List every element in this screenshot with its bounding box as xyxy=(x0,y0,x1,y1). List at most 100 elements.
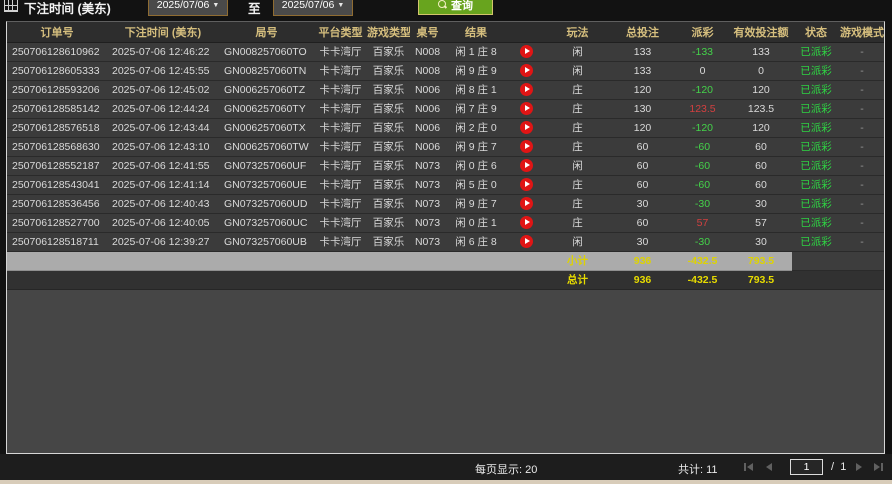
total-bet-cell: 133 xyxy=(610,42,675,61)
bet-time-cell: 2025-07-06 12:40:05 xyxy=(107,213,219,232)
play-cell xyxy=(507,80,545,99)
bet-time-cell: 2025-07-06 12:45:55 xyxy=(107,61,219,80)
bet-time-cell: 2025-07-06 12:44:24 xyxy=(107,99,219,118)
bet-time-cell: 2025-07-06 12:45:02 xyxy=(107,80,219,99)
column-header-9: 玩法 xyxy=(545,22,610,42)
total-bet-cell: 120 xyxy=(610,80,675,99)
date-from-value: 2025/07/06 xyxy=(157,0,210,11)
query-button[interactable]: 查询 xyxy=(418,0,493,15)
status-cell: 已派彩 xyxy=(792,42,840,61)
game-mode-cell: - xyxy=(840,137,884,156)
bet-time-cell: 2025-07-06 12:43:44 xyxy=(107,118,219,137)
play-video-icon[interactable] xyxy=(520,121,533,134)
last-page-icon[interactable] xyxy=(874,463,883,471)
valid-bet-cell: 57 xyxy=(730,213,792,232)
table-row[interactable]: 2507061285187112025-07-06 12:39:27GN0732… xyxy=(7,232,884,251)
valid-bet-cell: 120 xyxy=(730,80,792,99)
table-row[interactable]: 2507061285932062025-07-06 12:45:02GN0062… xyxy=(7,80,884,99)
play-video-icon[interactable] xyxy=(520,216,533,229)
game-mode-cell: - xyxy=(840,213,884,232)
game-mode-cell: - xyxy=(840,80,884,99)
play-video-icon[interactable] xyxy=(520,140,533,153)
valid-bet-cell: 30 xyxy=(730,194,792,213)
page-input[interactable] xyxy=(790,459,823,475)
table-row[interactable]: 2507061286109622025-07-06 12:46:22GN0082… xyxy=(7,42,884,61)
date-to-value: 2025/07/06 xyxy=(282,0,335,11)
window-bottom-edge xyxy=(0,480,892,484)
table-row[interactable]: 2507061285521872025-07-06 12:41:55GN0732… xyxy=(7,156,884,175)
status-cell: 已派彩 xyxy=(792,137,840,156)
table-row[interactable]: 2507061285277002025-07-06 12:40:05GN0732… xyxy=(7,213,884,232)
bet-type-cell: 闲 xyxy=(545,232,610,251)
subtotal-spacer xyxy=(7,251,545,270)
next-page-icon[interactable] xyxy=(856,463,862,471)
status-cell: 已派彩 xyxy=(792,80,840,99)
play-video-icon[interactable] xyxy=(520,64,533,77)
play-video-icon[interactable] xyxy=(520,102,533,115)
play-video-icon[interactable] xyxy=(520,178,533,191)
filter-bar: 下注时间 (美东) 2025/07/06 ▼ 至 2025/07/06 ▼ 查询 xyxy=(0,0,892,20)
per-page-label: 每页显示: 20 xyxy=(475,461,537,477)
subtotal-dark-spacer xyxy=(792,251,884,270)
bet-time-cell: 2025-07-06 12:40:43 xyxy=(107,194,219,213)
play-video-icon[interactable] xyxy=(520,83,533,96)
platform-cell: 卡卡湾厅 xyxy=(314,175,367,194)
prev-page-icon[interactable] xyxy=(766,463,772,471)
play-video-icon[interactable] xyxy=(520,197,533,210)
play-cell xyxy=(507,194,545,213)
platform-cell: 卡卡湾厅 xyxy=(314,99,367,118)
grand-total-spacer xyxy=(7,270,545,289)
column-header-5: 游戏类型 xyxy=(367,22,410,42)
table-row[interactable]: 2507061285364562025-07-06 12:40:43GN0732… xyxy=(7,194,884,213)
table-row[interactable]: 2507061286053332025-07-06 12:45:55GN0082… xyxy=(7,61,884,80)
table-row[interactable]: 2507061285686302025-07-06 12:43:10GN0062… xyxy=(7,137,884,156)
table-body: 2507061286109622025-07-06 12:46:22GN0082… xyxy=(7,42,884,251)
order-no-cell: 250706128543041 xyxy=(7,175,107,194)
play-video-icon[interactable] xyxy=(520,159,533,172)
calendar-icon xyxy=(4,0,18,12)
platform-cell: 卡卡湾厅 xyxy=(314,118,367,137)
date-to-select[interactable]: 2025/07/06 ▼ xyxy=(273,0,353,16)
game-type-cell: 百家乐 xyxy=(367,194,410,213)
order-no-cell: 250706128518711 xyxy=(7,232,107,251)
first-page-icon[interactable] xyxy=(744,463,753,471)
round-no-cell: GN073257060UB xyxy=(219,232,314,251)
payout-cell: -30 xyxy=(675,232,730,251)
total-bet-cell: 60 xyxy=(610,137,675,156)
order-no-cell: 250706128536456 xyxy=(7,194,107,213)
platform-cell: 卡卡湾厅 xyxy=(314,137,367,156)
game-mode-cell: - xyxy=(840,42,884,61)
table-no-cell: N008 xyxy=(410,42,445,61)
column-header-4: 平台类型 xyxy=(314,22,367,42)
result-cell: 闲 0 庄 6 xyxy=(445,156,507,175)
bet-type-cell: 庄 xyxy=(545,80,610,99)
valid-bet-cell: 60 xyxy=(730,175,792,194)
result-cell: 闲 9 庄 7 xyxy=(445,194,507,213)
game-mode-cell: - xyxy=(840,118,884,137)
total-bet-cell: 130 xyxy=(610,99,675,118)
result-cell: 闲 7 庄 9 xyxy=(445,99,507,118)
grand-total-dark-spacer xyxy=(792,270,884,289)
valid-bet-cell: 133 xyxy=(730,42,792,61)
table-row[interactable]: 2507061285765182025-07-06 12:43:44GN0062… xyxy=(7,118,884,137)
play-video-icon[interactable] xyxy=(520,45,533,58)
query-button-label: 查询 xyxy=(451,0,473,13)
play-cell xyxy=(507,175,545,194)
status-cell: 已派彩 xyxy=(792,156,840,175)
date-from-select[interactable]: 2025/07/06 ▼ xyxy=(148,0,228,16)
table-no-cell: N006 xyxy=(410,118,445,137)
play-video-icon[interactable] xyxy=(520,235,533,248)
table-no-cell: N073 xyxy=(410,213,445,232)
round-no-cell: GN073257060UF xyxy=(219,156,314,175)
result-cell: 闲 2 庄 0 xyxy=(445,118,507,137)
bet-type-cell: 闲 xyxy=(545,61,610,80)
table-row[interactable]: 2507061285430412025-07-06 12:41:14GN0732… xyxy=(7,175,884,194)
table-row[interactable]: 2507061285851422025-07-06 12:44:24GN0062… xyxy=(7,99,884,118)
payout-cell: -120 xyxy=(675,80,730,99)
result-cell: 闲 6 庄 8 xyxy=(445,232,507,251)
bet-type-cell: 庄 xyxy=(545,99,610,118)
bet-time-cell: 2025-07-06 12:39:27 xyxy=(107,232,219,251)
round-no-cell: GN006257060TX xyxy=(219,118,314,137)
column-header-10: 总投注 xyxy=(610,22,675,42)
bet-type-cell: 庄 xyxy=(545,118,610,137)
